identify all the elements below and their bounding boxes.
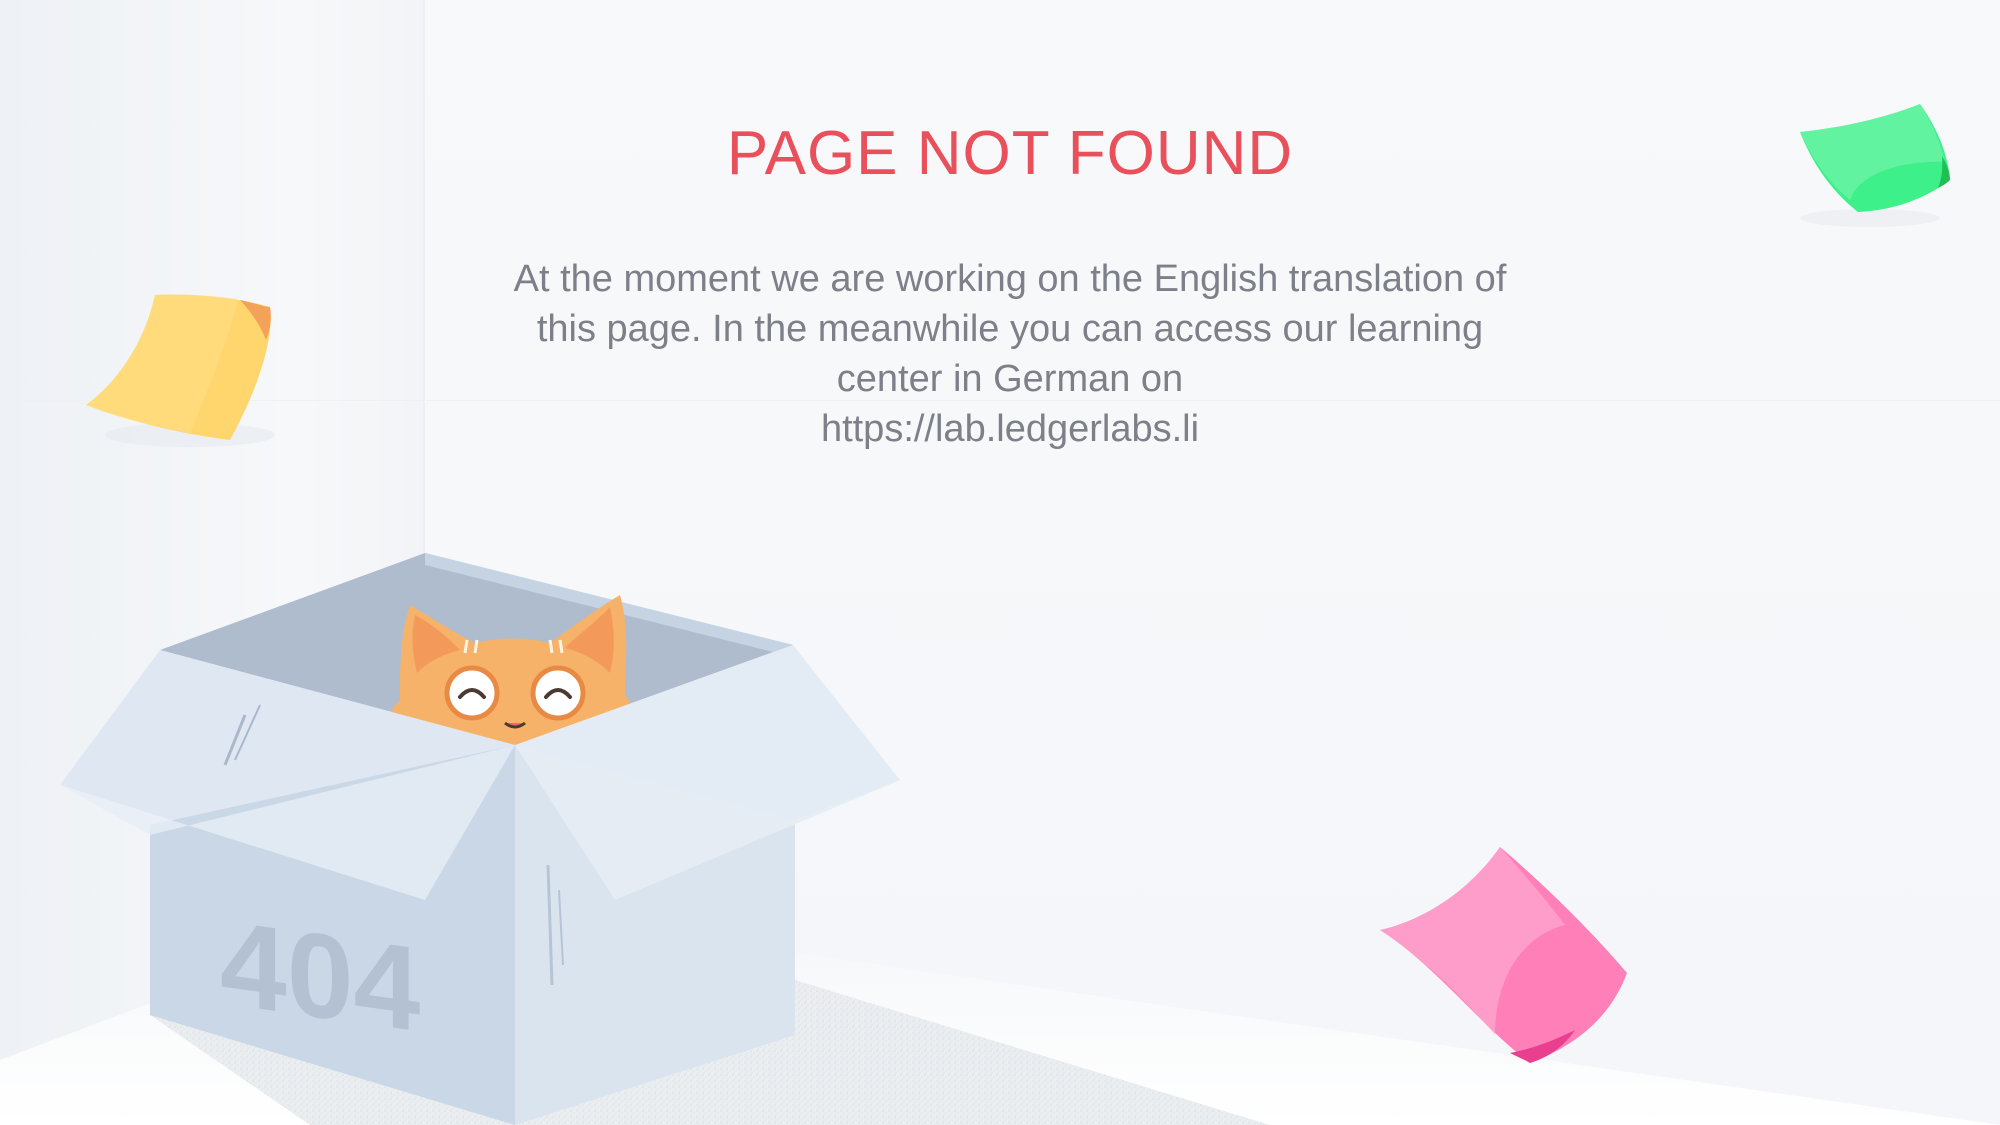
- pink-sticky-note-icon: [1380, 847, 1627, 1063]
- learning-center-link[interactable]: https://lab.ledgerlabs.li: [821, 408, 1199, 450]
- error-content: PAGE NOT FOUND At the moment we are work…: [420, 110, 1600, 454]
- yellow-sticky-note-icon: [86, 294, 275, 447]
- box-label-404: 404: [220, 895, 420, 1057]
- green-sticky-note-icon: [1800, 104, 1950, 227]
- error-message: At the moment we are working on the Engl…: [420, 254, 1600, 454]
- page-title: PAGE NOT FOUND: [726, 119, 1294, 188]
- cardboard-box-illustration: 404: [60, 553, 900, 1125]
- error-page: 404 PAGE NOT FOUND At the moment we are …: [0, 0, 2000, 1125]
- message-line: At the moment we are working on the Engl…: [513, 258, 1507, 300]
- message-line: center in German on: [836, 358, 1184, 400]
- message-line: this page. In the meanwhile you can acce…: [536, 308, 1484, 350]
